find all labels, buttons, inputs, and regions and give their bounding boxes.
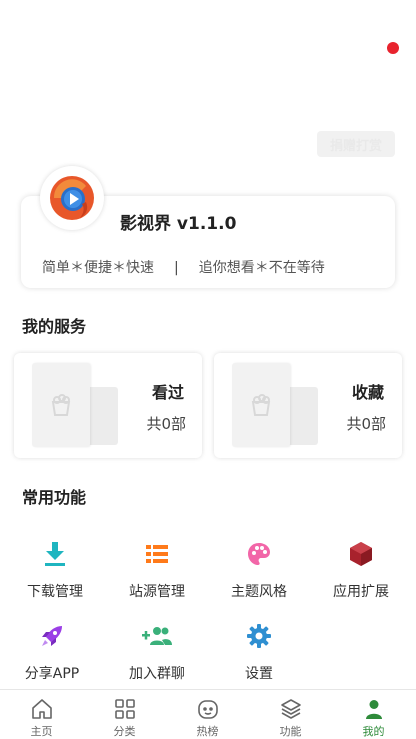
nav-home-label: 主页 xyxy=(30,725,53,738)
source-manager-button[interactable]: 站源管理 xyxy=(105,539,209,609)
bottom-nav: 主页 分类 热榜 功能 我的 xyxy=(0,689,416,739)
favorites-thumb xyxy=(232,363,290,447)
gear-icon xyxy=(207,621,311,651)
popcorn-icon xyxy=(251,394,271,416)
download-icon xyxy=(3,539,107,569)
notification-dot xyxy=(387,42,399,54)
nav-features[interactable]: 功能 xyxy=(249,690,332,739)
cube-icon xyxy=(309,539,413,569)
donate-button[interactable]: 捐赠打赏 xyxy=(317,131,395,157)
palette-icon xyxy=(207,539,311,569)
layers-icon xyxy=(249,698,332,720)
watched-count: 共0部 xyxy=(146,415,186,433)
user-icon xyxy=(332,698,415,720)
nav-category[interactable]: 分类 xyxy=(83,690,166,739)
theme-style-label: 主题风格 xyxy=(231,584,287,600)
popcorn-icon xyxy=(51,394,71,416)
favorites-card[interactable]: 收藏 共0部 xyxy=(214,353,402,458)
app-name: 影视界 v1.1.0 xyxy=(120,214,237,234)
slogan-right: 追你想看＊不在等待 xyxy=(198,260,325,276)
nav-hot-list-label: 热榜 xyxy=(196,725,219,738)
download-manager-button[interactable]: 下载管理 xyxy=(3,539,107,609)
theme-style-button[interactable]: 主题风格 xyxy=(207,539,311,609)
list-icon xyxy=(105,539,209,569)
app-logo-icon xyxy=(50,176,94,220)
watched-card[interactable]: 看过 共0部 xyxy=(14,353,202,458)
favorites-label: 收藏 xyxy=(351,383,384,402)
slogan-separator: | xyxy=(174,260,179,276)
app-logo xyxy=(40,166,104,230)
watched-label: 看过 xyxy=(151,383,184,402)
settings-button[interactable]: 设置 xyxy=(207,621,311,691)
services-title: 我的服务 xyxy=(22,317,87,336)
nav-category-label: 分类 xyxy=(113,725,136,738)
share-app-label: 分享APP xyxy=(24,666,80,682)
favorites-count: 共0部 xyxy=(346,415,386,433)
home-icon xyxy=(0,698,83,720)
watched-thumb xyxy=(32,363,90,447)
slogan-left: 简单＊便捷＊快速 xyxy=(42,260,154,276)
add-group-icon xyxy=(105,621,209,651)
smile-icon xyxy=(166,698,249,720)
nav-mine-label: 我的 xyxy=(362,725,385,738)
share-app-button[interactable]: 分享APP xyxy=(0,621,104,691)
nav-home[interactable]: 主页 xyxy=(0,690,83,739)
app-extension-button[interactable]: 应用扩展 xyxy=(309,539,413,609)
nav-features-label: 功能 xyxy=(279,725,302,738)
nav-hot-list[interactable]: 热榜 xyxy=(166,690,249,739)
settings-label: 设置 xyxy=(245,666,273,682)
nav-mine[interactable]: 我的 xyxy=(332,690,415,739)
grid-icon xyxy=(83,698,166,720)
join-group-label: 加入群聊 xyxy=(129,666,185,682)
app-extension-label: 应用扩展 xyxy=(333,584,389,600)
rocket-icon xyxy=(0,621,104,651)
download-manager-label: 下载管理 xyxy=(27,584,83,600)
functions-title: 常用功能 xyxy=(22,488,87,507)
app-slogan: 简单＊便捷＊快速 | 追你想看＊不在等待 xyxy=(42,257,325,277)
source-manager-label: 站源管理 xyxy=(129,584,185,600)
join-group-button[interactable]: 加入群聊 xyxy=(105,621,209,691)
